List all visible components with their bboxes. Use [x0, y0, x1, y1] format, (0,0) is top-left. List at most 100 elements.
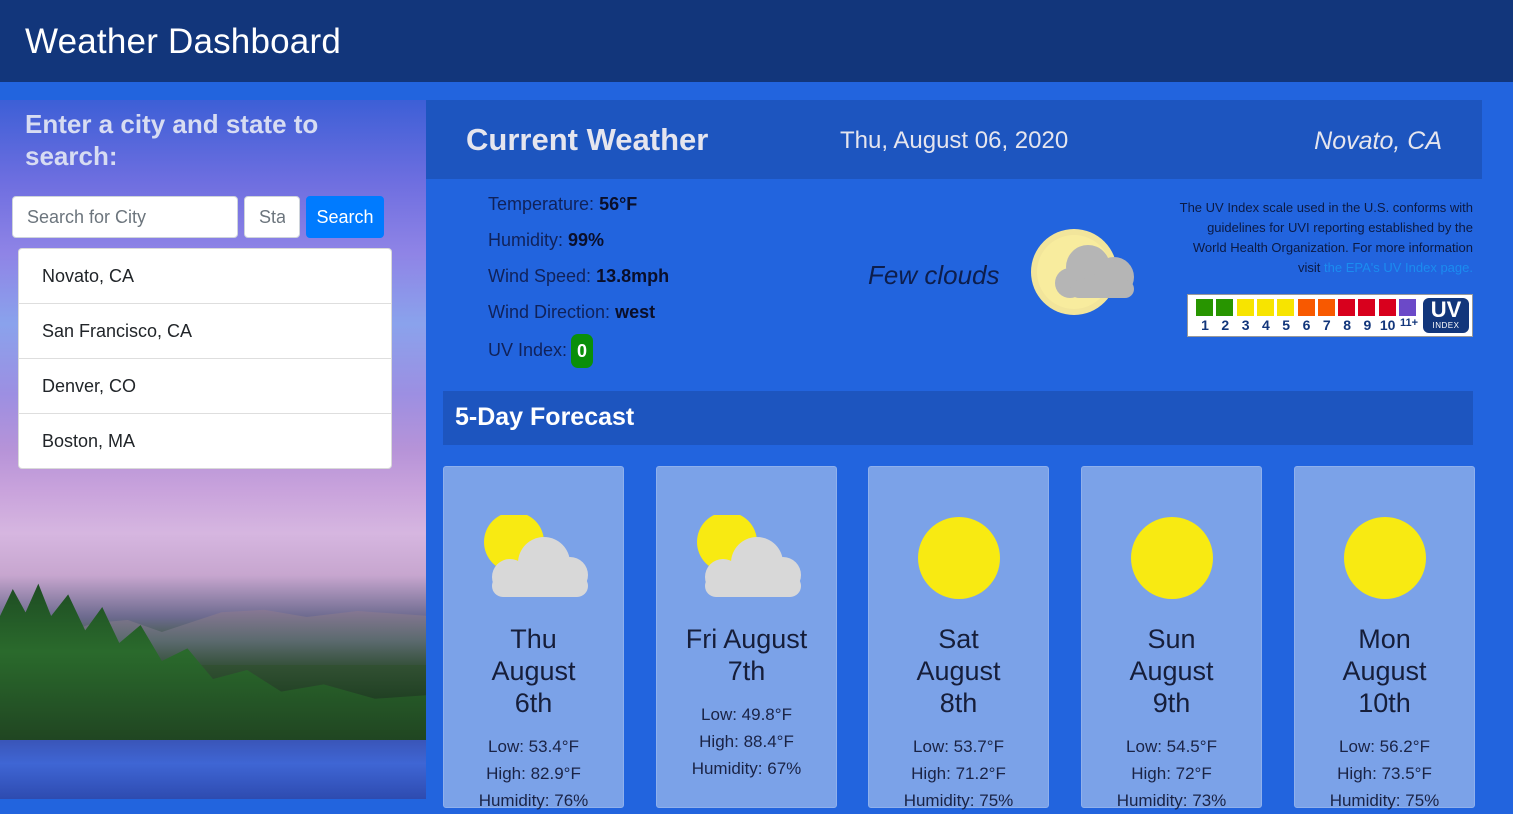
background-lake [0, 740, 426, 799]
uv-scale-number: 3 [1241, 317, 1250, 333]
city-search-input[interactable] [12, 196, 238, 238]
forecast-card: Fri August 7th Low: 49.8°F High: 88.4°F Hum… [656, 466, 837, 808]
forecast-values: Low: 56.2°F High: 73.5°F Humidity: 75% [1295, 733, 1474, 814]
forecast-title: 5-Day Forecast [455, 403, 635, 431]
temperature-label: Temperature: [488, 194, 595, 214]
forecast-high: High: 73.5°F [1337, 764, 1432, 783]
uv-scale-number: 1 [1201, 317, 1209, 333]
uv-index-logo: UV INDEX [1423, 298, 1469, 333]
forecast-card: Mon August 10th Low: 56.2°F High: 73.5°F Hu… [1294, 466, 1475, 810]
uv-scale-number: 11+ [1399, 317, 1419, 329]
uv-scale-number: 10 [1379, 317, 1396, 333]
forecast-day-label: Thu August 6th [491, 624, 576, 718]
forecast-low: Low: 49.8°F [701, 705, 792, 724]
uv-scale-swatch [1378, 299, 1396, 316]
forecast-high: High: 88.4°F [699, 732, 794, 751]
forecast-card: Sat August 8th Low: 53.7°F High: 71.2°F Hum… [868, 466, 1049, 810]
wind-speed-row: Wind Speed: 13.8mph [488, 262, 669, 298]
forecast-day-label: Sun August 9th [1129, 624, 1214, 718]
search-prompt: Enter a city and state to search: [25, 109, 319, 171]
uv-scale-swatch [1338, 299, 1356, 316]
uv-scale-swatch [1399, 299, 1416, 316]
uv-index-label: UV Index: [488, 339, 568, 360]
forecast-high: High: 72°F [1131, 764, 1212, 783]
uv-scale-swatch [1358, 299, 1376, 316]
uv-logo-text: UV [1430, 297, 1462, 322]
uv-scale-swatch [1297, 299, 1315, 316]
uv-info-text: The UV Index scale used in the U.S. conf… [1170, 198, 1473, 278]
forecast-card: Thu August 6th Low: 53.4°F High: 82.9°F Hum… [443, 466, 624, 810]
forecast-low: Low: 53.4°F [488, 737, 579, 756]
history-item-denver[interactable]: Denver, CO [19, 359, 391, 414]
forecast-values: Low: 49.8°F High: 88.4°F Humidity: 67% [657, 701, 836, 782]
uv-scale-number: 4 [1261, 317, 1270, 333]
uv-scale-swatch [1236, 299, 1254, 316]
uv-logo-subtext: INDEX [1432, 321, 1460, 330]
sun-icon [1122, 515, 1226, 606]
epa-uv-link[interactable]: the EPA's UV Index page. [1324, 260, 1473, 275]
forecast-low: Low: 54.5°F [1126, 737, 1217, 756]
uv-scale-swatch [1216, 299, 1234, 316]
uv-scale-swatch [1277, 299, 1295, 316]
humidity-row: Humidity: 99% [488, 226, 669, 262]
current-location: Novato, CA [1314, 127, 1442, 155]
uv-scale-swatch [1256, 299, 1274, 316]
uv-scale-number: 5 [1282, 317, 1291, 333]
moon-cloud-icon [1031, 229, 1134, 315]
current-weather-header: Current Weather Thu, August 06, 2020 Nov… [426, 100, 1482, 179]
forecast-high: High: 82.9°F [486, 764, 581, 783]
uv-scale-number: 8 [1343, 317, 1351, 333]
forecast-high: High: 71.2°F [911, 764, 1006, 783]
forecast-humidity: Humidity: 73% [1116, 791, 1227, 810]
history-item-novato[interactable]: Novato, CA [19, 249, 391, 304]
sun-icon [909, 515, 1013, 606]
forecast-humidity: Humidity: 75% [903, 791, 1014, 810]
humidity-value: 99% [568, 230, 605, 250]
forecast-day-label: Mon August 10th [1342, 624, 1427, 718]
forecast-values: Low: 53.7°F High: 71.2°F Humidity: 75% [869, 733, 1048, 814]
sun-icon [1335, 515, 1439, 606]
uv-scale-swatch [1196, 299, 1213, 316]
forecast-values: Low: 54.5°F High: 72°F Humidity: 73% [1082, 733, 1261, 814]
forecast-humidity: Humidity: 76% [478, 791, 589, 810]
history-item-boston[interactable]: Boston, MA [19, 414, 391, 468]
sun-cloud-icon [697, 512, 801, 606]
forecast-day-label: Fri August 7th [685, 624, 808, 686]
weather-description: Few clouds [868, 260, 1000, 290]
temperature-row: Temperature: 56°F [488, 190, 669, 226]
background-trees [0, 583, 426, 760]
forecast-low: Low: 53.7°F [913, 737, 1004, 756]
state-search-input[interactable] [244, 196, 300, 238]
uv-scale-number: 9 [1363, 317, 1372, 333]
search-panel: Enter a city and state to search: Search… [0, 100, 426, 799]
sun-cloud-icon [484, 512, 588, 606]
forecast-humidity: Humidity: 75% [1329, 791, 1440, 810]
forecast-day-label: Sat August 8th [916, 624, 1001, 718]
uv-scale-number: 7 [1322, 317, 1331, 333]
history-item-san-francisco[interactable]: San Francisco, CA [19, 304, 391, 359]
current-date: Thu, August 06, 2020 [840, 127, 1069, 154]
search-history-list: Novato, CA San Francisco, CA Denver, CO … [18, 248, 392, 469]
current-weather-title: Current Weather [466, 122, 709, 157]
uv-scale-swatch [1317, 299, 1335, 316]
forecast-humidity: Humidity: 67% [691, 759, 802, 778]
forecast-low: Low: 56.2°F [1339, 737, 1430, 756]
app-title: Weather Dashboard [25, 22, 341, 61]
uv-index-badge: 0 [571, 334, 594, 368]
current-stats: Temperature: 56°F Humidity: 99% Wind Spe… [488, 190, 669, 370]
wind-speed-value: 13.8mph [596, 266, 670, 286]
uv-scale-number: 6 [1302, 317, 1311, 333]
header: Weather Dashboard [0, 0, 1513, 100]
forecast-values: Low: 53.4°F High: 82.9°F Humidity: 76% [444, 733, 623, 814]
uv-index-scale: UV INDEX 1 2 3 4 5 6 7 8 9 10 11+ [1187, 294, 1473, 337]
temperature-value: 56°F [599, 194, 638, 214]
wind-speed-label: Wind Speed: [488, 266, 592, 286]
search-button[interactable]: Search [306, 196, 384, 238]
wind-direction-label: Wind Direction: [488, 302, 611, 322]
wind-direction-row: Wind Direction: west [488, 298, 669, 334]
forecast-card: Sun August 9th Low: 54.5°F High: 72°F Humid… [1081, 466, 1262, 810]
wind-direction-value: west [615, 302, 656, 322]
uv-scale-number: 2 [1221, 317, 1230, 333]
forecast-header: 5-Day Forecast [443, 391, 1473, 445]
humidity-label: Humidity: [488, 230, 564, 250]
